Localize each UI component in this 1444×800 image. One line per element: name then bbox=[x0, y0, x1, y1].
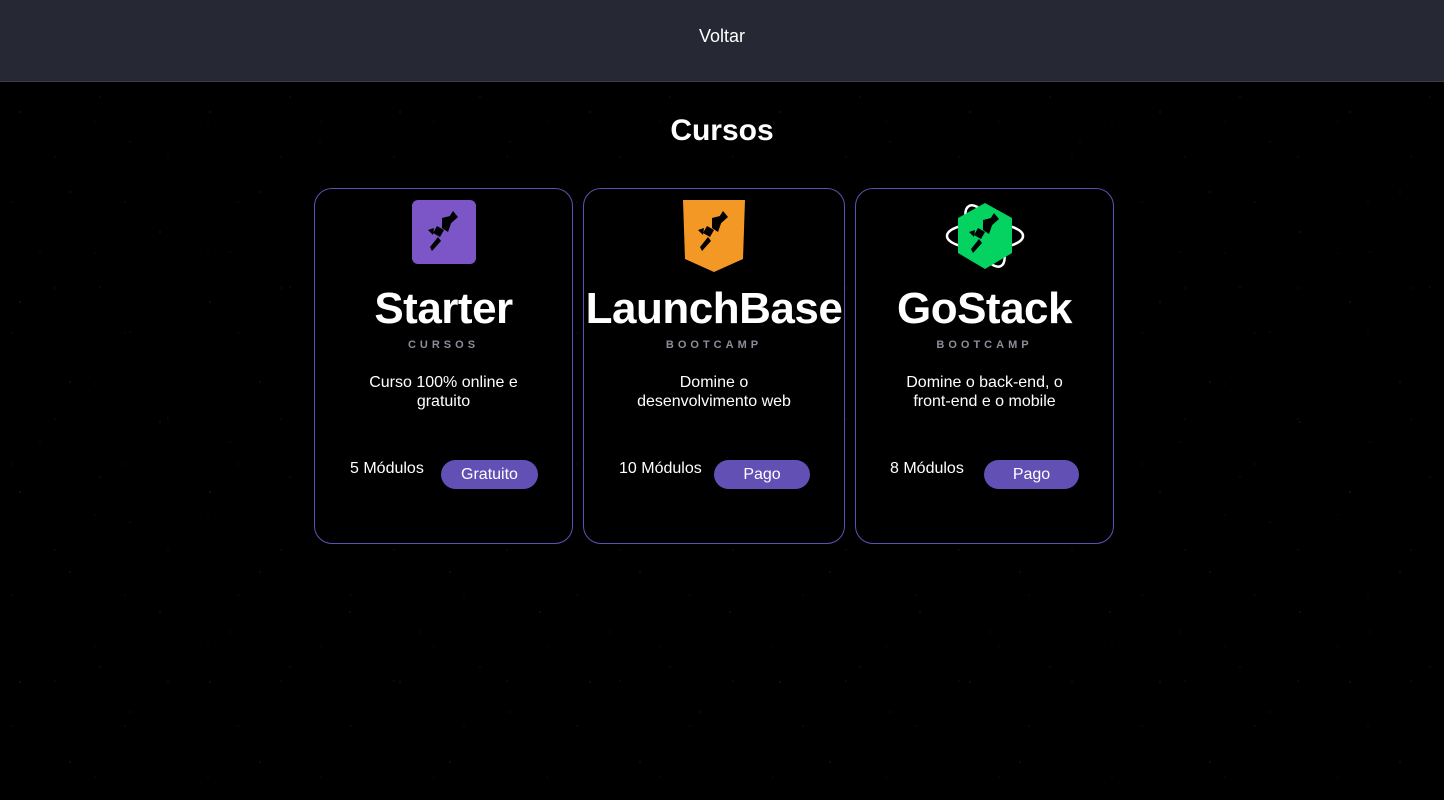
modules-count: 8 Módulos bbox=[890, 460, 964, 477]
description-line: front-end e o mobile bbox=[913, 393, 1056, 410]
course-kind: CURSOS bbox=[407, 339, 480, 351]
rocket-shield-icon bbox=[683, 200, 745, 272]
modules-count: 10 Módulos bbox=[619, 460, 702, 477]
course-card-launchbase[interactable]: LaunchBase BOOTCAMP Domine o desenvolvim… bbox=[583, 188, 845, 544]
rocket-atom-icon bbox=[945, 203, 1024, 269]
description-line: gratuito bbox=[416, 393, 471, 410]
course-kind: BOOTCAMP bbox=[936, 339, 1033, 351]
course-description: Curso 100% online e gratuito bbox=[355, 373, 532, 411]
rocket-square-icon bbox=[411, 200, 476, 264]
page-title: Cursos bbox=[670, 114, 774, 147]
back-link[interactable]: Voltar bbox=[699, 26, 745, 47]
course-card-gostack[interactable]: GoStack BOOTCAMP Domine o back-end, o fr… bbox=[855, 188, 1114, 544]
price-badge[interactable]: Pago bbox=[984, 460, 1079, 489]
price-badge[interactable]: Gratuito bbox=[441, 460, 538, 489]
course-description: Domine o desenvolvimento web bbox=[624, 373, 804, 411]
course-name: GoStack bbox=[896, 284, 1073, 333]
description-line: Domine o back-end, o bbox=[906, 374, 1063, 391]
top-bar: Voltar bbox=[0, 0, 1444, 82]
course-name: Starter bbox=[374, 284, 513, 333]
description-line: Curso 100% online e bbox=[369, 374, 518, 391]
modules-count: 5 Módulos bbox=[350, 460, 424, 477]
price-badge[interactable]: Pago bbox=[714, 460, 810, 489]
course-card-starter[interactable]: Starter CURSOS Curso 100% online e gratu… bbox=[314, 188, 573, 544]
course-name: LaunchBase bbox=[585, 284, 843, 333]
description-line: desenvolvimento web bbox=[637, 393, 791, 410]
description-line: Domine o bbox=[679, 374, 749, 391]
course-kind: BOOTCAMP bbox=[665, 339, 763, 351]
course-description: Domine o back-end, o front-end e o mobil… bbox=[896, 373, 1073, 411]
